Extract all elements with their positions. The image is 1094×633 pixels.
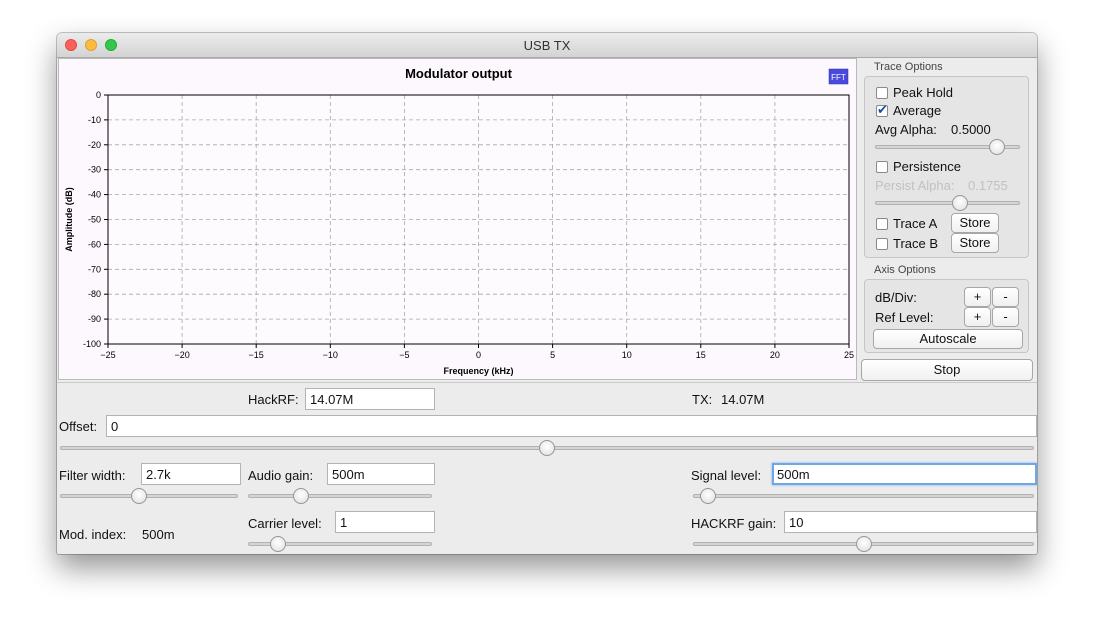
filter-width-slider-track[interactable] xyxy=(60,494,238,498)
trace-options-title: Trace Options xyxy=(874,61,943,73)
peak-hold-label: Peak Hold xyxy=(893,85,953,100)
average-label: Average xyxy=(893,103,942,118)
fft-plot-panel[interactable]: −25 −20 −15 −10 −5 0 5 10 15 20 25 0 -10 -20 -30 -40 -50… xyxy=(58,58,857,380)
x-tick-label: 5 xyxy=(550,350,555,360)
carrier-level-slider-knob[interactable] xyxy=(269,536,286,552)
avg-alpha-value: 0.5000 xyxy=(951,122,991,137)
x-tick-label: 25 xyxy=(844,350,854,360)
y-tick-label: -70 xyxy=(88,264,101,274)
peak-hold-checkbox[interactable] xyxy=(876,87,888,99)
hackrf-gain-label: HACKRF gain: xyxy=(691,516,777,531)
signal-level-label: Signal level: xyxy=(691,468,762,483)
axis-options-title: Axis Options xyxy=(874,264,936,276)
y-tick-label: -100 xyxy=(83,339,101,349)
signal-level-slider-track[interactable] xyxy=(693,494,1034,498)
y-tick-label: -10 xyxy=(88,115,101,125)
x-tick-label: −25 xyxy=(100,350,115,360)
hackrf-freq-label: HackRF: xyxy=(248,392,299,407)
persist-alpha-value: 0.1755 xyxy=(968,178,1008,193)
carrier-level-label: Carrier level: xyxy=(248,516,322,531)
mod-index-value: 500m xyxy=(142,527,175,542)
store-trace-b-button[interactable]: Store xyxy=(951,233,999,253)
filter-width-input[interactable]: 2.7k xyxy=(141,463,241,485)
y-tick-label: -30 xyxy=(88,165,101,175)
plot-title: Modulator output xyxy=(405,66,513,81)
fft-plot: −25 −20 −15 −10 −5 0 5 10 15 20 25 0 -10 -20 -30 -40 -50… xyxy=(64,66,854,376)
store-trace-a-button[interactable]: Store xyxy=(951,213,999,233)
x-axis-label: Frequency (kHz) xyxy=(443,366,513,376)
x-tick-label: 15 xyxy=(696,350,706,360)
x-tick-label: 0 xyxy=(476,350,481,360)
filter-width-label: Filter width: xyxy=(59,468,126,483)
y-tick-label: -50 xyxy=(88,215,101,225)
persist-alpha-slider-track[interactable] xyxy=(875,201,1020,205)
carrier-level-input[interactable]: 1 xyxy=(335,511,435,533)
audio-gain-input[interactable]: 500m xyxy=(327,463,435,485)
x-tick-label: −20 xyxy=(174,350,189,360)
trace-a-checkbox[interactable] xyxy=(876,218,888,230)
window-title: USB TX xyxy=(523,38,571,53)
hackrf-gain-slider-knob[interactable] xyxy=(855,536,872,552)
trace-options-group: Peak Hold Average Avg Alpha: 0.5000 Pers… xyxy=(864,76,1029,258)
trace-b-label: Trace B xyxy=(893,236,939,251)
average-checkbox[interactable] xyxy=(876,102,888,118)
title-bar: USB TX xyxy=(57,33,1037,58)
y-axis-label: Amplitude (dB) xyxy=(64,187,74,252)
fft-badge-label: FFT xyxy=(831,73,846,82)
y-tick-label: -20 xyxy=(88,140,101,150)
db-div-plus-button[interactable]: + xyxy=(964,287,991,307)
filter-width-slider-knob[interactable] xyxy=(131,488,148,504)
hackrf-freq-input[interactable]: 14.07M xyxy=(305,388,435,410)
y-tick-label: -80 xyxy=(88,289,101,299)
audio-gain-slider-knob[interactable] xyxy=(293,488,310,504)
offset-label: Offset: xyxy=(59,419,98,434)
axis-options-group: dB/Div: + - Ref Level: + - Autoscale xyxy=(864,279,1029,353)
signal-level-input[interactable]: 500m xyxy=(772,463,1037,485)
app-window: USB TX −25 −20 −15 −10 −5 0 5 10 15 20 25 0 -10 -20 -3… xyxy=(57,33,1037,554)
x-tick-label: −5 xyxy=(399,350,409,360)
ref-level-label: Ref Level: xyxy=(875,310,934,325)
persist-alpha-slider-knob[interactable] xyxy=(952,195,969,211)
x-tick-label: −10 xyxy=(323,350,338,360)
trace-b-checkbox[interactable] xyxy=(876,238,888,250)
signal-level-slider-knob[interactable] xyxy=(699,488,716,504)
mod-index-label: Mod. index: xyxy=(59,527,127,542)
ref-level-plus-button[interactable]: + xyxy=(964,307,991,327)
trace-a-label: Trace A xyxy=(893,216,938,231)
ref-level-minus-button[interactable]: - xyxy=(992,307,1019,327)
y-tick-label: -60 xyxy=(88,239,101,249)
avg-alpha-label: Avg Alpha: xyxy=(875,122,937,137)
persistence-label: Persistence xyxy=(893,159,961,174)
y-tick-label: 0 xyxy=(96,90,101,100)
avg-alpha-slider-knob[interactable] xyxy=(988,139,1005,155)
y-tick-label: -40 xyxy=(88,190,101,200)
persist-alpha-label: Persist Alpha: xyxy=(875,178,955,193)
x-tick-label: −15 xyxy=(249,350,264,360)
y-tick-label: -90 xyxy=(88,314,101,324)
stop-button[interactable]: Stop xyxy=(861,359,1033,381)
db-div-label: dB/Div: xyxy=(875,290,917,305)
audio-gain-label: Audio gain: xyxy=(248,468,314,483)
panel-divider xyxy=(57,382,1037,383)
hackrf-gain-input[interactable]: 10 xyxy=(784,511,1037,533)
tx-freq-value: 14.07M xyxy=(721,392,765,407)
autoscale-button[interactable]: Autoscale xyxy=(873,329,1023,349)
side-panel: Trace Options Peak Hold Average Avg Alph… xyxy=(860,58,1033,383)
x-tick-label: 10 xyxy=(622,350,632,360)
offset-slider-knob[interactable] xyxy=(539,440,555,456)
offset-input[interactable]: 0 xyxy=(106,415,1037,437)
x-tick-label: 20 xyxy=(770,350,780,360)
tx-freq-label: TX: xyxy=(692,392,713,407)
audio-gain-slider-track[interactable] xyxy=(248,494,432,498)
persistence-checkbox[interactable] xyxy=(876,161,888,173)
db-div-minus-button[interactable]: - xyxy=(992,287,1019,307)
